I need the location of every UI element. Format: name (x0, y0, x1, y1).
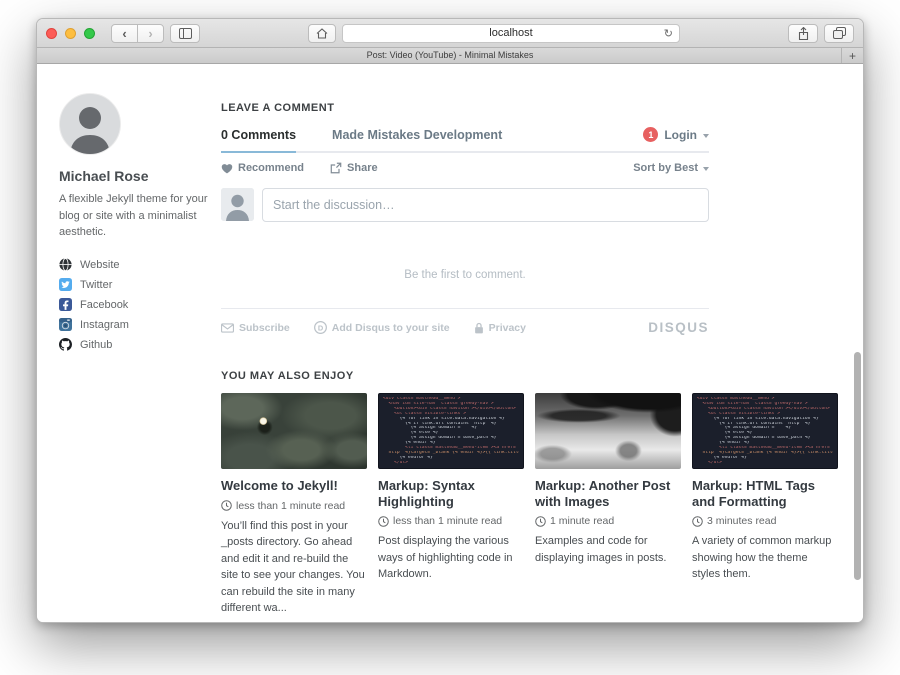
envelope-icon (221, 323, 234, 333)
related-card: Welcome to Jekyll! less than 1 minute re… (221, 393, 367, 617)
reload-icon[interactable]: ↻ (664, 27, 673, 40)
instagram-icon (59, 318, 72, 331)
sidebar-link-website[interactable]: Website (59, 255, 211, 275)
divider (221, 308, 709, 309)
share-button[interactable]: Share (330, 162, 378, 174)
home-button[interactable] (308, 24, 336, 43)
tabs-overview-icon (833, 27, 846, 39)
sidebar-link-instagram[interactable]: Instagram (59, 315, 211, 335)
read-time: 3 minutes read (692, 515, 838, 527)
sidebar-toggle-button[interactable] (170, 24, 200, 43)
related-card: <div class="masthead__menu"> <nav id="si… (692, 393, 838, 583)
sidebar-link-github[interactable]: Github (59, 335, 211, 355)
comment-form (221, 188, 709, 222)
person-silhouette-icon (60, 94, 120, 154)
disqus-footer: Subscribe D Add Disqus to your site Priv… (221, 320, 709, 335)
chevron-down-icon (703, 167, 709, 171)
sidebar-icon (179, 28, 192, 39)
comment-input[interactable] (262, 188, 709, 222)
github-icon (59, 338, 72, 351)
commenter-avatar (221, 188, 254, 221)
post-excerpt: Post displaying the various ways of high… (378, 533, 524, 583)
person-silhouette-icon (221, 188, 254, 221)
author-avatar (59, 93, 121, 155)
login-control[interactable]: 1 Login (643, 127, 709, 151)
author-name: Michael Rose (59, 168, 211, 184)
add-disqus-link[interactable]: D Add Disqus to your site (314, 321, 450, 334)
scrollbar-thumb[interactable] (854, 352, 861, 580)
history-nav: ‹ › (111, 24, 164, 43)
post-title-link[interactable]: Welcome to Jekyll! (221, 478, 367, 494)
new-tab-button[interactable]: + (841, 48, 863, 63)
teaser-image-code-screenshot[interactable]: <div class="masthead__menu"> <nav id="si… (692, 393, 838, 469)
sort-dropdown[interactable]: Sort by Best (633, 162, 709, 174)
browser-window: ‹ › localhost ↻ Post: Video (YouTube) - … (36, 18, 864, 623)
notification-badge: 1 (643, 127, 658, 142)
post-title-link[interactable]: Markup: Syntax Highlighting (378, 478, 524, 509)
heart-icon (221, 163, 233, 174)
window-controls (46, 28, 95, 39)
sidebar-link-twitter[interactable]: Twitter (59, 275, 211, 295)
tab-comment-count[interactable]: 0 Comments (221, 128, 296, 153)
clock-icon (692, 516, 703, 527)
clock-icon (535, 516, 546, 527)
privacy-link[interactable]: Privacy (474, 322, 526, 334)
sidebar-link-facebook[interactable]: Facebook (59, 295, 211, 315)
disqus-icon: D (314, 321, 327, 334)
disqus-logo[interactable]: DISQUS (648, 320, 709, 335)
read-time: less than 1 minute read (378, 515, 524, 527)
related-card: Markup: Another Post with Images 1 minut… (535, 393, 681, 566)
author-profile: Michael Rose A flexible Jekyll theme for… (59, 93, 211, 355)
forward-button[interactable]: › (137, 24, 164, 43)
share-box-icon (330, 162, 342, 174)
chevron-down-icon (703, 134, 709, 138)
post-title-link[interactable]: Markup: HTML Tags and Formatting (692, 478, 838, 509)
related-card: <div class="masthead__menu"> <nav id="si… (378, 393, 524, 583)
svg-text:D: D (318, 323, 324, 332)
login-label: Login (664, 128, 697, 142)
related-cards: Welcome to Jekyll! less than 1 minute re… (221, 393, 845, 617)
read-time: less than 1 minute read (221, 500, 367, 512)
show-all-tabs-button[interactable] (824, 24, 854, 43)
related-heading: You May Also Enjoy (221, 370, 845, 382)
post-excerpt: You’ll find this post in your _posts dir… (221, 518, 367, 617)
disqus-actions-row: Recommend Share Sort by Best (221, 153, 709, 183)
recommend-button[interactable]: Recommend (221, 162, 304, 174)
teaser-image-code-screenshot[interactable]: <div class="masthead__menu"> <nav id="si… (378, 393, 524, 469)
globe-icon (59, 258, 72, 271)
related-posts-section: You May Also Enjoy Welcome to Jekyll! le… (221, 370, 845, 617)
minimize-window-button[interactable] (65, 28, 76, 39)
disqus-tab-bar: 0 Comments Made Mistakes Development 1 L… (221, 127, 709, 153)
subscribe-link[interactable]: Subscribe (221, 322, 290, 334)
facebook-icon (59, 298, 72, 311)
post-title-link[interactable]: Markup: Another Post with Images (535, 478, 681, 509)
active-tab[interactable]: Post: Video (YouTube) - Minimal Mistakes (37, 48, 863, 63)
twitter-icon (59, 278, 72, 291)
lock-icon (474, 322, 484, 334)
share-icon (798, 27, 809, 40)
clock-icon (378, 516, 389, 527)
teaser-image-green-macro[interactable] (221, 393, 367, 469)
home-icon (316, 28, 328, 39)
page-content: Michael Rose A flexible Jekyll theme for… (37, 65, 863, 622)
empty-state-text: Be the first to comment. (221, 269, 709, 281)
author-bio: A flexible Jekyll theme for your blog or… (59, 191, 211, 241)
post-excerpt: A variety of common markup showing how t… (692, 533, 838, 583)
url-text: localhost (489, 27, 532, 39)
read-time: 1 minute read (535, 515, 681, 527)
share-toolbar-button[interactable] (788, 24, 818, 43)
author-links: Website Twitter Facebook (59, 255, 211, 355)
back-button[interactable]: ‹ (111, 24, 138, 43)
comments-heading: Leave a Comment (221, 102, 709, 114)
zoom-window-button[interactable] (84, 28, 95, 39)
address-bar[interactable]: localhost ↻ (342, 24, 680, 43)
tab-bar: Post: Video (YouTube) - Minimal Mistakes… (37, 48, 863, 64)
teaser-image-foggy-trees[interactable] (535, 393, 681, 469)
clock-icon (221, 500, 232, 511)
close-window-button[interactable] (46, 28, 57, 39)
comments-section: Leave a Comment 0 Comments Made Mistakes… (221, 102, 709, 335)
tab-community[interactable]: Made Mistakes Development (332, 128, 502, 151)
post-excerpt: Examples and code for displaying images … (535, 533, 681, 566)
browser-toolbar: ‹ › localhost ↻ (37, 19, 863, 48)
